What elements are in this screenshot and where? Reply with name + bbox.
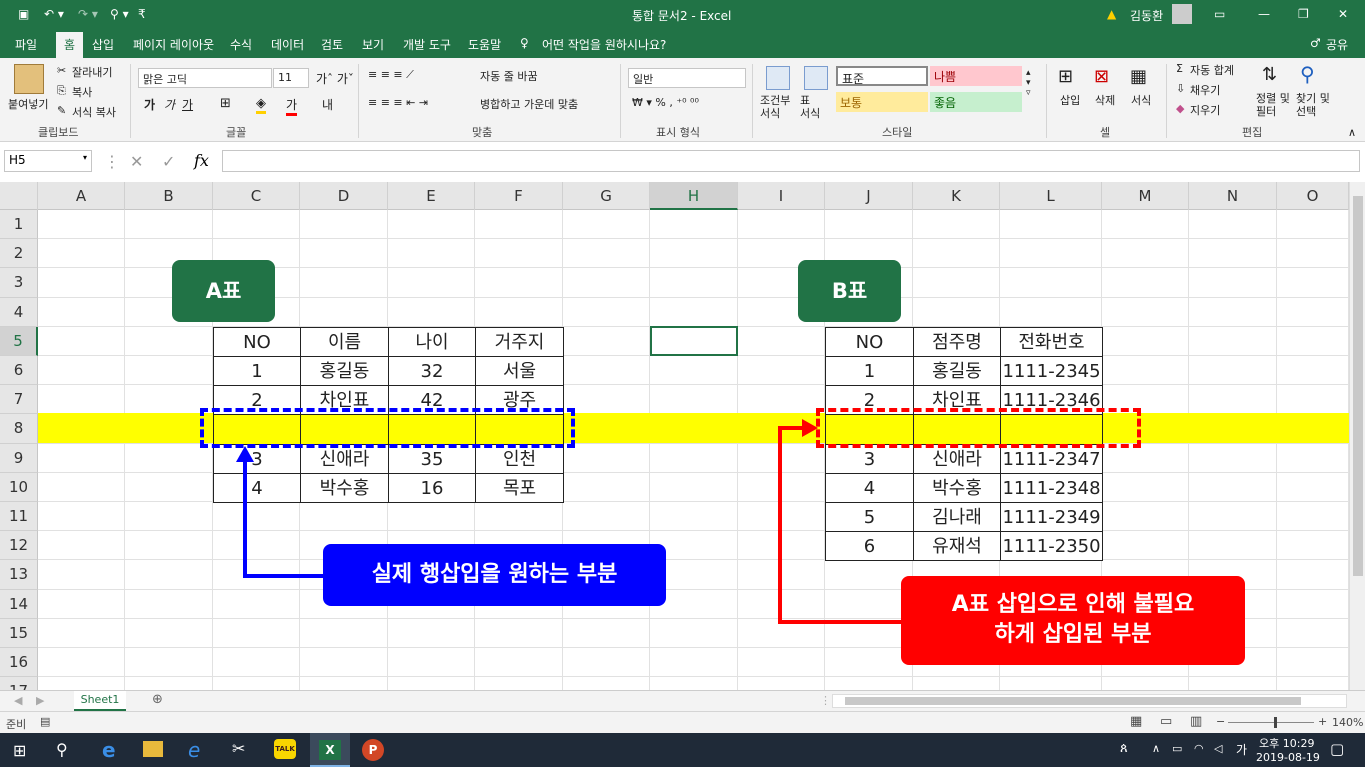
zoom-out-icon[interactable]: − bbox=[1216, 715, 1225, 728]
horizontal-scrollbar[interactable] bbox=[832, 694, 1347, 708]
page-break-view-icon[interactable]: ▥ bbox=[1190, 714, 1202, 729]
edge-icon[interactable]: e bbox=[102, 738, 116, 762]
page-layout-view-icon[interactable]: ▭ bbox=[1160, 714, 1172, 729]
sheet-next-icon[interactable]: ▶ bbox=[36, 694, 44, 707]
volume-icon[interactable]: ◁ bbox=[1214, 742, 1222, 755]
horizontal-scroll-thumb[interactable] bbox=[845, 697, 1301, 705]
tray-expand-icon[interactable]: ∧ bbox=[1152, 742, 1160, 755]
red-arrow bbox=[778, 426, 902, 624]
blue-callout: 실제 행삽입을 원하는 부분 bbox=[323, 544, 666, 606]
windows-start-icon[interactable]: ⊞ bbox=[13, 741, 26, 760]
wifi-icon[interactable]: ◠ bbox=[1194, 742, 1204, 755]
status-bar: 준비 ▤ ▦ ▭ ▥ − + 140% bbox=[0, 711, 1365, 733]
internet-explorer-icon[interactable]: e bbox=[188, 738, 200, 762]
zoom-slider-thumb[interactable] bbox=[1274, 717, 1277, 728]
red-callout-line-2: 하게 삽입된 부분 bbox=[994, 622, 1152, 647]
ready-status: 준비 bbox=[6, 718, 27, 731]
people-icon[interactable]: ጰ bbox=[1120, 741, 1128, 756]
notifications-icon[interactable]: ▢ bbox=[1330, 740, 1344, 758]
sheet-tabs-bar: ◀ ▶ Sheet1 ⊕ ⋮ bbox=[0, 690, 1365, 711]
file-explorer-icon[interactable] bbox=[143, 741, 163, 757]
split-handle-icon[interactable]: ⋮ bbox=[820, 694, 831, 707]
excel-icon: X bbox=[319, 740, 341, 760]
blue-arrowhead bbox=[236, 446, 254, 462]
clock-date[interactable]: 2019-08-19 bbox=[1256, 751, 1320, 764]
sheet-tab-sheet1[interactable]: Sheet1 bbox=[74, 691, 126, 711]
sheet-prev-icon[interactable]: ◀ bbox=[14, 694, 22, 707]
red-arrowhead bbox=[802, 419, 818, 437]
clock-time[interactable]: 오후 10:29 bbox=[1259, 735, 1314, 751]
powerpoint-icon[interactable]: P bbox=[362, 739, 384, 761]
kakaotalk-icon[interactable]: TALK bbox=[274, 739, 296, 759]
vertical-scrollbar[interactable] bbox=[1349, 182, 1365, 692]
battery-icon[interactable]: ▭ bbox=[1172, 742, 1182, 755]
taskbar: ⊞ ⚲ e e ✂ TALK X P ጰ ∧ ▭ ◠ ◁ 가 오후 10:29 … bbox=[0, 733, 1365, 767]
ime-indicator[interactable]: 가 bbox=[1236, 741, 1247, 758]
red-callout: A표 삽입으로 인해 불필요 하게 삽입된 부분 bbox=[901, 576, 1245, 665]
zoom-in-icon[interactable]: + bbox=[1318, 715, 1327, 728]
zoom-level[interactable]: 140% bbox=[1332, 716, 1363, 729]
excel-taskbar-button[interactable]: X bbox=[310, 733, 350, 767]
snipping-tool-icon[interactable]: ✂ bbox=[232, 739, 245, 758]
add-sheet-icon[interactable]: ⊕ bbox=[152, 692, 163, 707]
vertical-scroll-thumb[interactable] bbox=[1353, 196, 1363, 576]
blue-arrow bbox=[243, 455, 325, 578]
red-callout-line-1: A표 삽입으로 인해 불필요 bbox=[951, 592, 1195, 617]
normal-view-icon[interactable]: ▦ bbox=[1130, 714, 1142, 729]
zoom-slider[interactable] bbox=[1228, 722, 1314, 723]
search-icon[interactable]: ⚲ bbox=[56, 740, 68, 759]
macro-record-icon[interactable]: ▤ bbox=[40, 715, 50, 728]
